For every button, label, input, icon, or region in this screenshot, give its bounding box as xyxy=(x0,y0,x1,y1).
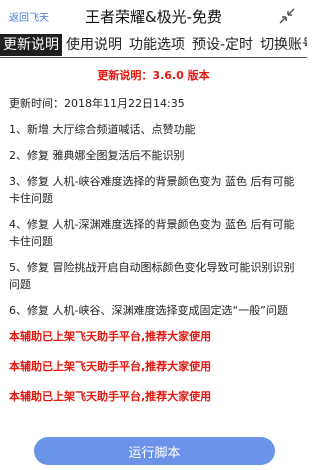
tab-usage[interactable]: 使用说明 xyxy=(63,34,125,56)
tab-update-notes[interactable]: 更新说明 xyxy=(0,34,62,56)
note-item: 3、修复 人机-峡谷难度选择的背景颜色变为 蓝色 后有可能卡住问题 xyxy=(9,175,295,205)
update-notes: 更新时间：2018年11月22日14:35 1、新增 大厅综合频道喊话、点赞功能… xyxy=(9,95,301,418)
note-item: 5、修复 冒险挑战开启自动图标颜色变化导致可能识别识别问题 xyxy=(9,261,295,291)
promo-line: 本辅助已上架飞天助手平台,推荐大家使用 xyxy=(9,390,212,403)
tab-divider xyxy=(0,57,307,58)
note-item: 2、修复 雅典娜全图复活后不能识别 xyxy=(9,149,185,162)
tab-bar: 更新说明使用说明功能选项预设-定时切换账号 xyxy=(0,34,307,56)
note-item: 4、修复 人机-深渊难度选择的背景颜色变为 蓝色 后有可能卡住问题 xyxy=(9,218,295,248)
tab-options[interactable]: 功能选项 xyxy=(126,34,188,56)
run-script-button[interactable]: 运行脚本 xyxy=(34,437,275,465)
app-title: 王者荣耀&极光-免费 xyxy=(84,8,223,26)
note-item: 1、新增 大厅综合频道喊话、点赞功能 xyxy=(9,123,196,136)
note-item: 6、修复 人机-峡谷、深渊难度选择变成固定选“一般”问题 xyxy=(9,304,288,317)
version-heading: 更新说明：3.6.0 版本 xyxy=(97,69,210,82)
tab-switch-account[interactable]: 切换账号 xyxy=(257,34,307,56)
update-time: 更新时间：2018年11月22日14:35 xyxy=(9,97,185,110)
collapse-arrows-icon[interactable] xyxy=(277,7,297,25)
promo-line: 本辅助已上架飞天助手平台,推荐大家使用 xyxy=(9,330,212,343)
tab-preset-timer[interactable]: 预设-定时 xyxy=(189,34,256,56)
promo-line: 本辅助已上架飞天助手平台,推荐大家使用 xyxy=(9,360,212,373)
top-bar: 返回飞天 王者荣耀&极光-免费 xyxy=(0,0,307,32)
